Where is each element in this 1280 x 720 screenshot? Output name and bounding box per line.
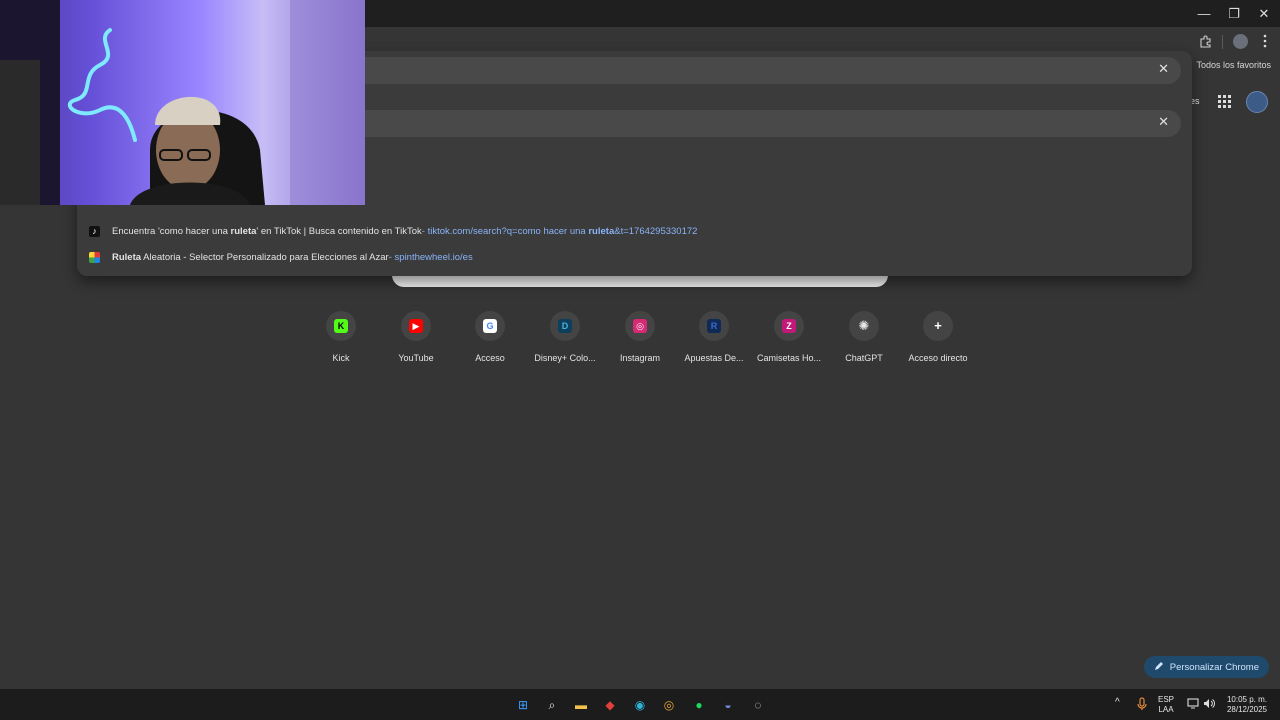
shortcut-icon-circle: Z — [774, 311, 804, 341]
shortcut-tile[interactable]: K Kick — [303, 311, 379, 363]
disney-plus-icon: D — [558, 319, 572, 333]
profile-avatar[interactable] — [1233, 34, 1248, 49]
red-app-icon[interactable]: ◆ — [601, 696, 619, 714]
spinthewheel-icon — [89, 251, 100, 263]
chrome-menu-icon[interactable] — [1262, 33, 1268, 52]
chrome-icon[interactable]: ◎ — [660, 696, 678, 714]
clock[interactable]: 10:05 p. m. 28/12/2025 — [1222, 695, 1272, 715]
shortcut-icon-circle: ▶ — [401, 311, 431, 341]
shortcut-label: Disney+ Colo... — [534, 353, 596, 363]
microphone-icon[interactable] — [1137, 697, 1147, 714]
windows-start-icon[interactable]: ⊞ — [514, 696, 532, 714]
clear-icon[interactable]: ✕ — [1158, 61, 1169, 77]
clock-date: 28/12/2025 — [1226, 705, 1268, 714]
youtube-icon: ▶ — [409, 319, 423, 333]
shortcut-icon-circle: ✺ — [849, 311, 879, 341]
windows-taskbar: ⊞ ⌕ ▬ ◆ ◉ ◎ ● ◒ ◌ ^ ESP LAA 10:05 p. m. 28/12/20… — [0, 689, 1280, 720]
suggestion-tiktok[interactable]: ♪ Encuentra 'como hacer una ruleta' en T… — [89, 222, 697, 240]
minimize-button[interactable]: — — [1189, 4, 1219, 24]
shortcut-label: ChatGPT — [845, 353, 883, 363]
customize-chrome-button[interactable]: Personalizar Chrome — [1143, 656, 1269, 678]
shortcut-tile[interactable]: + Acceso directo — [900, 311, 976, 363]
suggestion-text: Ruleta Aleatoria - Selector Personalizad… — [112, 251, 389, 263]
shortcut-icon-circle: ◎ — [625, 311, 655, 341]
suggestion-spinthewheel[interactable]: Ruleta Aleatoria - Selector Personalizad… — [89, 248, 473, 266]
google-icon: G — [483, 319, 497, 333]
shortcut-icon-circle: G — [475, 311, 505, 341]
shortcut-icon-circle: R — [699, 311, 729, 341]
shortcut-tile[interactable]: G Acceso — [452, 311, 528, 363]
spotify-icon[interactable]: ● — [690, 696, 708, 714]
shortcut-label: Apuestas De... — [684, 353, 744, 363]
shortcut-tile[interactable]: ✺ ChatGPT — [826, 311, 902, 363]
webcam-overlay — [0, 0, 365, 205]
all-favorites-button[interactable]: Todos los favoritos — [1183, 60, 1271, 70]
discord-icon[interactable]: ◒ — [719, 696, 737, 714]
instagram-icon: ◎ — [633, 319, 647, 333]
shortcut-icon-circle: D — [550, 311, 580, 341]
shortcut-tile[interactable]: ◎ Instagram — [602, 311, 678, 363]
shortcut-label: Instagram — [619, 353, 661, 363]
tiktok-icon: ♪ — [89, 225, 100, 237]
shortcut-label: Camisetas Ho... — [756, 353, 822, 363]
shortcut-label: Acceso — [475, 353, 505, 363]
search-icon[interactable]: ⌕ — [543, 696, 561, 714]
shortcut-icon-circle: K — [326, 311, 356, 341]
pencil-icon — [1154, 661, 1164, 674]
volume-icon[interactable] — [1203, 698, 1215, 712]
shortcut-tile[interactable]: D Disney+ Colo... — [527, 311, 603, 363]
shortcut-label: Acceso directo — [908, 353, 968, 363]
address-bar[interactable]: ✕ — [365, 57, 1181, 84]
customize-chrome-label: Personalizar Chrome — [1169, 661, 1259, 673]
shortcut-tile[interactable]: R Apuestas De... — [676, 311, 752, 363]
language-code: ESP — [1158, 695, 1175, 704]
google-apps-icon[interactable] — [1218, 95, 1231, 113]
camisetas-icon: Z — [782, 319, 796, 333]
betting-site-icon: R — [707, 319, 721, 333]
extensions-icon[interactable] — [1199, 35, 1212, 51]
file-explorer-icon[interactable]: ▬ — [572, 696, 590, 714]
toolbar-divider — [1222, 35, 1223, 49]
shortcut-icon-circle: + — [923, 311, 953, 341]
suggestion-text: Encuentra 'como hacer una ruleta' en Tik… — [112, 225, 422, 237]
obs-icon[interactable]: ◌ — [749, 696, 767, 714]
edge-icon[interactable]: ◉ — [631, 696, 649, 714]
shortcut-label: Kick — [332, 353, 350, 363]
network-icon[interactable] — [1187, 698, 1199, 712]
shortcut-label: YouTube — [398, 353, 434, 363]
omnibox-query-row[interactable]: ✕ — [365, 110, 1181, 137]
restore-button[interactable]: ❐ — [1219, 4, 1249, 24]
shortcut-tile[interactable]: ▶ YouTube — [378, 311, 454, 363]
language-indicator[interactable]: ESP LAA — [1158, 695, 1174, 715]
kick-icon: K — [334, 319, 348, 333]
all-favorites-label: Todos los favoritos — [1196, 60, 1271, 70]
chatgpt-icon: ✺ — [857, 318, 871, 333]
clock-time: 10:05 p. m. — [1226, 695, 1268, 704]
webcam-scene — [0, 0, 365, 205]
plus-icon: + — [931, 319, 945, 333]
shortcut-tile[interactable]: Z Camisetas Ho... — [751, 311, 827, 363]
keyboard-layout: LAA — [1158, 705, 1174, 714]
clear-icon[interactable]: ✕ — [1158, 114, 1169, 130]
tray-overflow-icon[interactable]: ^ — [1115, 698, 1120, 708]
google-account-avatar[interactable] — [1246, 91, 1268, 113]
suggestion-url: - tiktok.com/search?q=como hacer una rul… — [421, 225, 698, 237]
close-window-button[interactable]: ✕ — [1249, 4, 1279, 24]
suggestion-url: - spinthewheel.io/es — [388, 251, 473, 263]
